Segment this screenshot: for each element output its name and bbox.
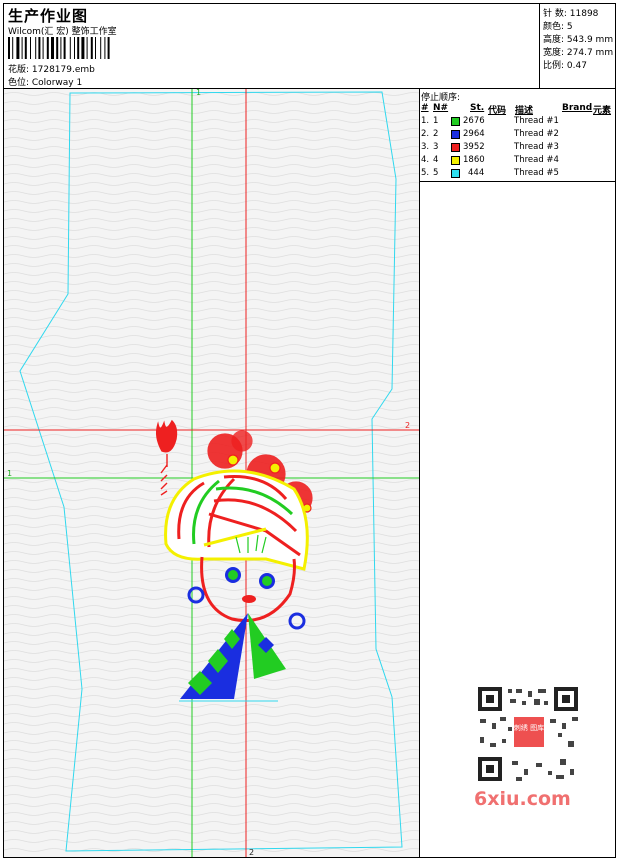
- guide-label-red-h: 2: [405, 421, 410, 430]
- stat-scale: 比例: 0.47: [543, 61, 587, 71]
- guide-label-green-h: 1: [7, 469, 12, 478]
- col-desc: 描述: [515, 106, 534, 116]
- qr-code-icon: 刺绣 图库: [478, 687, 578, 781]
- thread-swatch: [451, 117, 460, 126]
- company-name: Wilcom(汇 宏) 整饰工作室: [8, 27, 117, 37]
- barcode: [8, 37, 110, 59]
- col-code: 代码: [488, 106, 507, 116]
- guide-label-red-v: 2: [249, 848, 254, 857]
- stat-colors: 颜色: 5: [543, 22, 573, 32]
- design-canvas[interactable]: 1 1 2 2: [4, 89, 419, 857]
- thread-swatch: [451, 169, 460, 178]
- page-title: 生产作业图: [8, 7, 89, 25]
- table-divider: [419, 181, 616, 182]
- thread-swatch: [451, 143, 460, 152]
- stop-sequence-title: 停止顺序:: [421, 93, 461, 103]
- stat-width: 宽度: 274.7 mm: [543, 48, 614, 58]
- watermark-text: 6xiu.com: [474, 788, 571, 810]
- canvas-divider: [419, 88, 420, 858]
- qr-watermark: 刺绣 图库: [472, 683, 585, 785]
- stat-stitches: 针 数: 11898: [543, 9, 599, 19]
- design-preview: 1 1 2 2: [4, 89, 419, 857]
- table-row[interactable]: 2. 2 2964 Thread #2: [421, 129, 616, 142]
- stat-height: 高度: 543.9 mm: [543, 35, 614, 45]
- col-n: N#: [433, 103, 449, 113]
- col-brand: Brand: [562, 103, 593, 113]
- guide-label-green-v: 1: [196, 89, 201, 97]
- table-row[interactable]: 1. 1 2676 Thread #1: [421, 116, 616, 129]
- col-element: 元素: [593, 106, 612, 116]
- table-row[interactable]: 3. 3 3952 Thread #3: [421, 142, 616, 155]
- colorway: 色位: Colorway 1: [8, 78, 83, 88]
- table-row[interactable]: 4. 4 1860 Thread #4: [421, 155, 616, 168]
- table-row[interactable]: 5. 5 444 Thread #5: [421, 168, 616, 181]
- thread-swatch: [451, 156, 460, 165]
- thread-swatch: [451, 130, 460, 139]
- col-st: St.: [470, 103, 485, 113]
- design-file: 花版: 1728179.emb: [8, 65, 95, 75]
- stats-divider: [539, 3, 540, 89]
- col-hash: #: [421, 103, 429, 113]
- qr-badge-label: 刺绣 图库: [514, 723, 544, 732]
- turban: [164, 469, 309, 571]
